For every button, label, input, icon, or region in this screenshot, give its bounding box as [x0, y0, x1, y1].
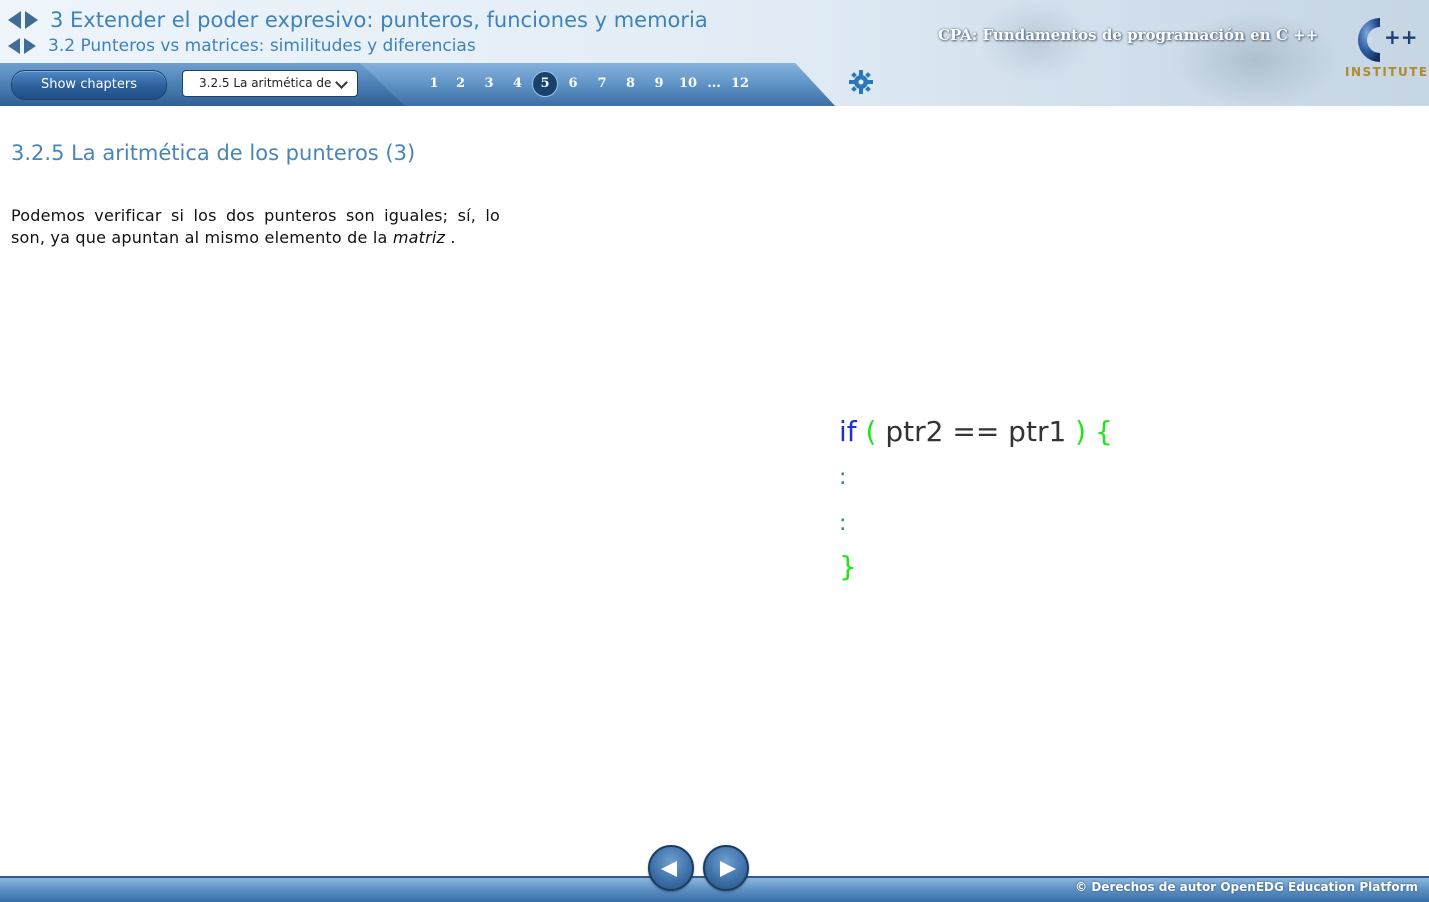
paragraph-end: . — [445, 228, 456, 247]
logo-plus-text: ++ — [1384, 25, 1418, 49]
page-select[interactable]: 3.2.5 La aritmética de — [182, 70, 358, 97]
page-link-4[interactable]: 4 — [503, 71, 532, 97]
page-link-10[interactable]: 10 — [673, 71, 703, 97]
code-line-3: : — [839, 499, 1113, 545]
code-dots: : — [839, 465, 847, 490]
page-link-8[interactable]: 8 — [616, 71, 645, 97]
code-open-paren: ( — [865, 415, 877, 448]
code-close-paren: ) — [1075, 415, 1087, 448]
section-nav: 3.2 Punteros vs matrices: similitudes y … — [8, 35, 476, 57]
code-dots: : — [839, 511, 847, 536]
play-right-icon — [720, 861, 736, 877]
copyright-text: © Derechos de autor OpenEDG Education Pl… — [1075, 880, 1418, 894]
header-background-image — [835, 0, 1429, 106]
code-example: if ( ptr2 == ptr1 ) { : : } — [839, 410, 1113, 588]
code-line-2: : — [839, 453, 1113, 499]
page-link-6[interactable]: 6 — [558, 71, 588, 97]
page-numbers: 1 2 3 4 5 6 7 8 9 10 ... 12 — [422, 70, 755, 98]
chapter-title: 3 Extender el poder expresivo: punteros,… — [50, 8, 708, 32]
code-expression: ptr2 == ptr1 — [876, 415, 1076, 448]
chapter-nav: 3 Extender el poder expresivo: punteros,… — [8, 6, 708, 34]
next-page-button[interactable] — [703, 845, 749, 891]
page-link-5-current[interactable]: 5 — [532, 71, 558, 97]
section-title: 3.2 Punteros vs matrices: similitudes y … — [48, 36, 476, 56]
next-chapter-arrow-icon[interactable] — [25, 11, 38, 29]
prev-page-button[interactable] — [648, 845, 694, 891]
page-link-9[interactable]: 9 — [645, 71, 673, 97]
page-ellipsis: ... — [707, 76, 721, 91]
puzzle-gear-icon[interactable] — [847, 68, 875, 96]
page-link-2[interactable]: 2 — [446, 71, 475, 97]
lesson-paragraph: Podemos verificar si los dos punteros so… — [11, 205, 500, 249]
show-chapters-button[interactable]: Show chapters — [11, 70, 167, 100]
page-link-12[interactable]: 12 — [725, 71, 755, 97]
prev-section-arrow-icon[interactable] — [8, 38, 20, 54]
page-link-1[interactable]: 1 — [422, 71, 446, 97]
next-section-arrow-icon[interactable] — [24, 38, 36, 54]
code-close-brace: } — [839, 550, 857, 583]
logo-institute-text: INSTITUTE — [1345, 65, 1429, 79]
page-link-3[interactable]: 3 — [475, 71, 503, 97]
code-keyword: if — [839, 415, 857, 448]
lesson-title: 3.2.5 La aritmética de los punteros (3) — [11, 141, 416, 165]
code-open-brace: { — [1095, 415, 1113, 448]
paragraph-italic-term: matriz — [392, 228, 446, 247]
play-left-icon — [661, 861, 677, 877]
page-link-7[interactable]: 7 — [588, 71, 616, 97]
course-title: CPA: Fundamentos de programación en C ++ — [938, 26, 1319, 44]
code-line-1: if ( ptr2 == ptr1 ) { — [839, 410, 1113, 453]
prev-chapter-arrow-icon[interactable] — [8, 11, 21, 29]
code-line-4: } — [839, 545, 1113, 588]
